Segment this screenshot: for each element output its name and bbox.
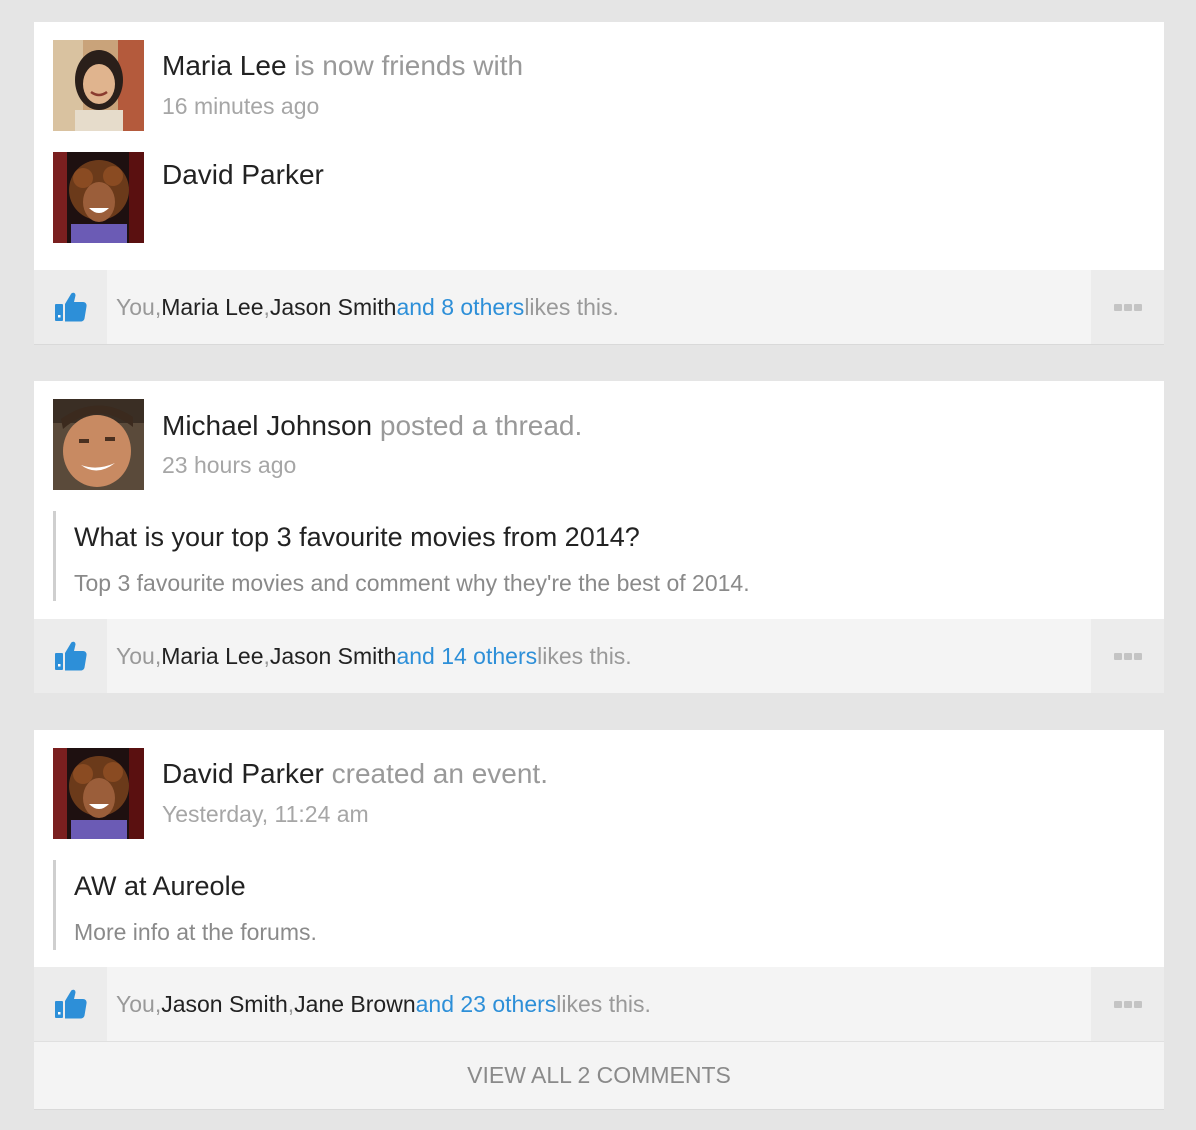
liker-name[interactable]: Jason Smith: [270, 643, 397, 670]
more-options-button[interactable]: [1091, 967, 1164, 1041]
liker-name[interactable]: Maria Lee: [161, 643, 263, 670]
like-summary: You, Jason Smith, Jane Brown and 23 othe…: [116, 967, 651, 1041]
more-options-button[interactable]: [1091, 270, 1164, 344]
actor-name[interactable]: Maria Lee: [162, 50, 287, 81]
thread-description: Top 3 favourite movies and comment why t…: [74, 570, 750, 596]
liker-name[interactable]: Jane Brown: [294, 991, 415, 1018]
like-bar: You, Maria Lee, Jason Smith and 8 others…: [34, 270, 1164, 344]
event-quote[interactable]: AW at Aureole More info at the forums.: [53, 860, 1143, 950]
action-text: posted a thread.: [372, 410, 583, 441]
like-summary: You, Maria Lee, Jason Smith and 14 other…: [116, 619, 632, 693]
like-bar: You, Jason Smith, Jane Brown and 23 othe…: [34, 967, 1164, 1041]
like-button[interactable]: [34, 967, 107, 1041]
likes-prefix: You,: [116, 990, 162, 1017]
liker-name[interactable]: Jason Smith: [270, 294, 397, 321]
action-text: is now friends with: [286, 50, 524, 81]
likes-prefix: You,: [116, 293, 162, 320]
likes-others-link[interactable]: and 14 others: [396, 643, 537, 670]
timestamp: 16 minutes ago: [162, 93, 320, 119]
feed-post: David Parker created an event. Yesterday…: [34, 730, 1164, 1110]
event-title[interactable]: AW at Aureole: [74, 870, 1143, 902]
likes-suffix: likes this.: [556, 990, 651, 1017]
ellipsis-icon: [1113, 303, 1142, 311]
thread-title[interactable]: What is your top 3 favourite movies from…: [74, 521, 1143, 553]
timestamp: 23 hours ago: [162, 452, 297, 478]
ellipsis-icon: [1113, 652, 1142, 660]
ellipsis-icon: [1113, 1000, 1142, 1008]
thumbs-up-icon: [54, 290, 88, 324]
post-header: Michael Johnson posted a thread.: [162, 410, 582, 442]
view-all-comments-button[interactable]: VIEW ALL 2 COMMENTS: [34, 1041, 1164, 1109]
feed-post: Michael Johnson posted a thread. 23 hour…: [34, 381, 1164, 693]
avatar[interactable]: [53, 748, 144, 839]
thumbs-up-icon: [54, 639, 88, 673]
liker-name[interactable]: Jason Smith: [161, 991, 288, 1018]
avatar[interactable]: [53, 152, 144, 243]
like-button[interactable]: [34, 270, 107, 344]
timestamp: Yesterday, 11:24 am: [162, 801, 369, 827]
thumbs-up-icon: [54, 987, 88, 1021]
action-text: created an event.: [323, 758, 548, 789]
post-header: Maria Lee is now friends with: [162, 50, 523, 82]
likes-others-link[interactable]: and 8 others: [396, 294, 524, 321]
more-options-button[interactable]: [1091, 619, 1164, 693]
thread-quote[interactable]: What is your top 3 favourite movies from…: [53, 511, 1143, 601]
likes-prefix: You,: [116, 642, 162, 669]
actor-name[interactable]: David Parker: [162, 758, 324, 789]
event-description: More info at the forums.: [74, 919, 317, 945]
actor-name[interactable]: Michael Johnson: [162, 410, 372, 441]
liker-name[interactable]: Maria Lee: [161, 294, 263, 321]
likes-suffix: likes this.: [537, 642, 632, 669]
avatar[interactable]: [53, 40, 144, 131]
likes-suffix: likes this.: [524, 293, 619, 320]
feed-post: Maria Lee is now friends with 16 minutes…: [34, 22, 1164, 345]
likes-others-link[interactable]: and 23 others: [416, 991, 557, 1018]
friend-name[interactable]: David Parker: [162, 159, 324, 191]
like-bar: You, Maria Lee, Jason Smith and 14 other…: [34, 619, 1164, 693]
avatar[interactable]: [53, 399, 144, 490]
like-summary: You, Maria Lee, Jason Smith and 8 others…: [116, 270, 619, 344]
post-header: David Parker created an event.: [162, 758, 548, 790]
like-button[interactable]: [34, 619, 107, 693]
